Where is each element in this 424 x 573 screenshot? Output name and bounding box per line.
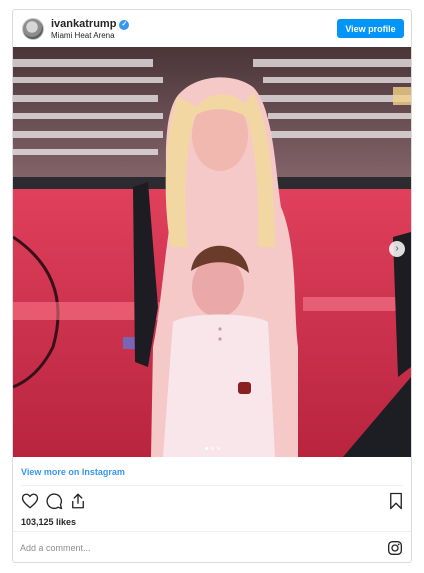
carousel-dot [204, 447, 208, 450]
instagram-icon[interactable] [387, 540, 403, 556]
username[interactable]: ivankatrump [51, 18, 116, 30]
bookmark-icon[interactable] [387, 492, 405, 510]
view-profile-button[interactable]: View profile [337, 19, 404, 38]
verified-badge-icon: ✓ [119, 20, 130, 30]
instagram-embed-card: ivankatrump ✓ Miami Heat Arena View profi… [12, 9, 412, 563]
post-photo[interactable]: › [13, 47, 411, 457]
post-header: ivankatrump ✓ Miami Heat Arena View profi… [13, 10, 411, 48]
heart-icon[interactable] [21, 492, 39, 510]
carousel-dots [13, 447, 411, 450]
location-link[interactable]: Miami Heat Arena [51, 31, 115, 40]
divider [21, 485, 403, 486]
action-bar [13, 490, 411, 512]
view-more-link[interactable]: View more on Instagram [21, 467, 125, 477]
comment-input[interactable] [20, 540, 370, 556]
comment-icon[interactable] [45, 492, 63, 510]
likes-count[interactable]: 103,125 likes [21, 517, 76, 527]
comment-row [13, 531, 411, 563]
share-icon[interactable] [69, 492, 87, 510]
next-arrow-icon[interactable]: › [389, 241, 405, 257]
username-link[interactable]: ivankatrump ✓ [51, 18, 130, 30]
photo-illustration [13, 47, 411, 457]
carousel-dot [210, 447, 214, 450]
carousel-dot [216, 447, 220, 450]
avatar[interactable] [22, 18, 44, 40]
